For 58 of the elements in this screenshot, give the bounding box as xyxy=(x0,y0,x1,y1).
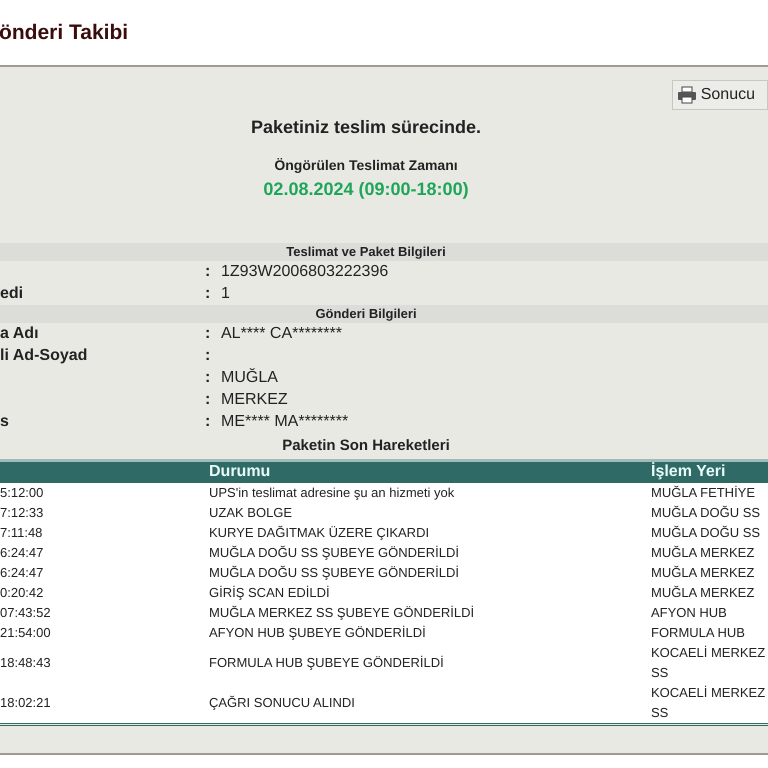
table-cell: MUĞLA MERKEZ xyxy=(651,584,754,600)
table-cell: MUĞLA MERKEZ xyxy=(651,564,754,580)
section-header: Gönderi Bilgileri xyxy=(0,305,768,323)
table-cell: MUĞLA DOĞU SS ŞUBEYE GÖNDERİLDİ xyxy=(209,544,459,560)
table-cell: 21:54:00 xyxy=(0,624,51,640)
table-cell: MUĞLA FETHİYE xyxy=(651,484,756,500)
table-cell: 7:11:48 xyxy=(0,524,42,540)
field-value: 1 xyxy=(221,284,230,304)
colon-separator: : xyxy=(205,262,212,282)
table-cell: AFYON HUB xyxy=(651,604,727,620)
table-cell: FORMULA HUB xyxy=(651,624,745,640)
eta-label: Öngörülen Teslimat Zamanı xyxy=(274,156,458,175)
column-header: İşlem Yeri xyxy=(651,463,726,480)
table-cell: 7:12:33 xyxy=(0,504,44,520)
table-cell: KOCAELİ MERKEZ SS xyxy=(651,684,766,720)
table-cell: KURYE DAĞITMAK ÜZERE ÇIKARDI xyxy=(209,524,430,540)
field-label: li Ad-Soyad xyxy=(0,347,88,364)
table-cell: 18:02:21 xyxy=(0,694,51,710)
colon-separator: : xyxy=(205,412,212,432)
field-value: ME**** MA******** xyxy=(221,412,348,432)
print-button[interactable]: Sonucu xyxy=(672,80,768,110)
field-value: 1Z93W2006803222396 xyxy=(221,262,388,282)
status-headline: Paketiniz teslim sürecinde. xyxy=(250,116,482,139)
field-label: a Adı xyxy=(0,325,39,342)
page-title: önderi Takibi xyxy=(0,20,128,46)
table-cell: 18:48:43 xyxy=(0,654,51,670)
table-cell: AFYON HUB ŞUBEYE GÖNDERİLDİ xyxy=(209,624,426,640)
table-cell: MUĞLA DOĞU SS xyxy=(651,524,760,540)
movements-title: Paketin Son Hareketleri xyxy=(281,436,451,456)
table-cell: KOCAELİ MERKEZ SS xyxy=(651,644,766,680)
column-header: Durumu xyxy=(209,463,270,480)
colon-separator: : xyxy=(205,368,212,388)
colon-separator: : xyxy=(205,324,212,344)
colon-separator: : xyxy=(205,284,212,304)
colon-separator: : xyxy=(205,346,212,366)
table-cell: 6:24:47 xyxy=(0,544,44,560)
field-value: MUĞLA xyxy=(221,367,278,388)
table-cell: 5:12:00 xyxy=(0,484,44,500)
table-cell: UPS'in teslimat adresine şu an hizmeti yok xyxy=(209,484,454,500)
table-cell: ÇAĞRI SONUCU ALINDI xyxy=(209,694,355,710)
table-cell: MUĞLA DOĞU SS ŞUBEYE GÖNDERİLDİ xyxy=(209,564,459,580)
table-cell: GİRİŞ SCAN EDİLDİ xyxy=(209,584,330,600)
field-value: MERKEZ xyxy=(221,390,288,410)
eta-value: 02.08.2024 (09:00-18:00) xyxy=(263,178,469,201)
table-cell: UZAK BOLGE xyxy=(209,504,292,520)
table-cell: FORMULA HUB ŞUBEYE GÖNDERİLDİ xyxy=(209,654,444,670)
field-label: edi xyxy=(0,285,24,302)
field-value: AL**** CA******** xyxy=(221,324,342,344)
table-cell: 07:43:52 xyxy=(0,604,51,620)
field-label: s xyxy=(0,413,9,430)
table-cell: 6:24:47 xyxy=(0,564,44,580)
table-cell: MUĞLA MERKEZ SS ŞUBEYE GÖNDERİLDİ xyxy=(209,604,474,620)
table-cell: 0:20:42 xyxy=(0,584,44,600)
section-header: Teslimat ve Paket Bilgileri xyxy=(0,243,768,261)
table-cell: MUĞLA MERKEZ xyxy=(651,544,754,560)
printer-icon xyxy=(676,86,697,104)
colon-separator: : xyxy=(205,390,212,410)
table-cell: MUĞLA DOĞU SS xyxy=(651,504,760,520)
